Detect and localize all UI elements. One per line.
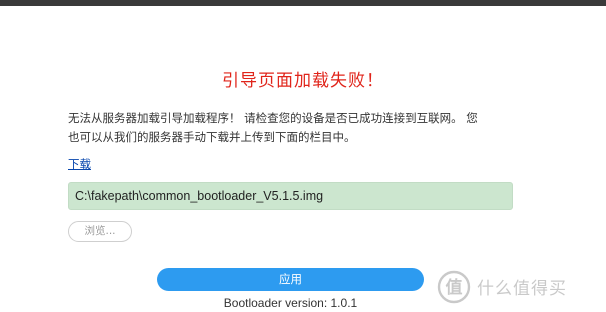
error-title: 引导页面加载失败！ <box>222 71 384 91</box>
watermark-text: 什么值得买 <box>477 279 567 299</box>
error-message: 无法从服务器加载引导加载程序！ 请检查您的设备是否已成功连接到互联网。 您 也可… <box>68 109 528 147</box>
error-message-line-1: 无法从服务器加载引导加载程序！ 请检查您的设备是否已成功连接到互联网。 您 <box>68 111 478 125</box>
smzdm-logo-icon: 值 <box>437 270 471 304</box>
svg-text:值: 值 <box>446 277 463 298</box>
browse-button[interactable]: 浏览... <box>68 221 132 242</box>
watermark: 值 什么值得买 <box>437 269 602 305</box>
file-path-field[interactable]: C:\fakepath\common_bootloader_V5.1.5.img <box>68 182 513 210</box>
apply-button[interactable]: 应用 <box>157 268 424 291</box>
top-bar <box>0 0 606 6</box>
error-message-line-2: 也可以从我们的服务器手动下载并上传到下面的栏目中。 <box>68 130 356 144</box>
download-link[interactable]: 下载 <box>68 156 91 172</box>
